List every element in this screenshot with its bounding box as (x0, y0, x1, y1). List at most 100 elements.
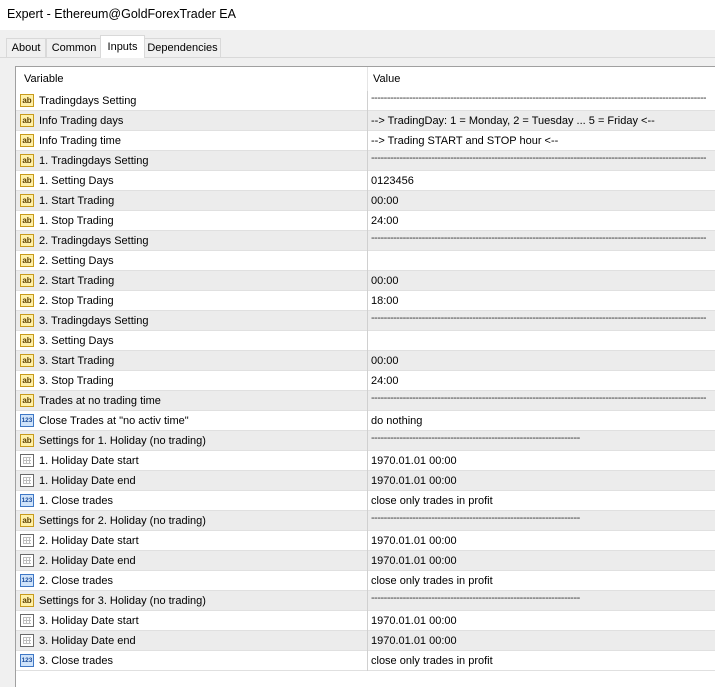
string-type-icon: ab (20, 114, 34, 127)
table-row[interactable]: ab Info Trading time --> Trading START and… (16, 131, 715, 151)
variable-value[interactable]: ----------------------------------------… (371, 232, 706, 244)
cell-divider (367, 191, 368, 211)
variable-name: Info Trading days (39, 115, 124, 127)
variable-value[interactable]: ----------------------------------------… (371, 392, 706, 404)
variable-name: 1. Holiday Date start (39, 455, 139, 467)
table-row[interactable]: ab 1. Tradingdays Setting ----------------… (16, 151, 715, 171)
cell-divider (367, 111, 368, 131)
table-row[interactable]: ab 2. Stop Trading 18:00 (16, 291, 715, 311)
variable-name: 2. Setting Days (39, 255, 114, 267)
cell-divider (367, 391, 368, 411)
table-row[interactable]: ab Settings for 3. Holiday (no trading) --… (16, 591, 715, 611)
variable-value[interactable]: 18:00 (371, 295, 706, 307)
variable-value[interactable]: close only trades in profit (371, 655, 706, 667)
table-row[interactable]: ab Info Trading days --> TradingDay: 1 = M… (16, 111, 715, 131)
variable-value[interactable]: --> TradingDay: 1 = Monday, 2 = Tuesday … (371, 115, 706, 127)
table-row[interactable]: 123 Close Trades at "no activ time" do not… (16, 411, 715, 431)
table-row[interactable]: ab Tradingdays Setting -------------------… (16, 91, 715, 111)
variable-name: 1. Stop Trading (39, 215, 114, 227)
string-type-icon: ab (20, 194, 34, 207)
table-row[interactable]: ab 2. Start Trading 00:00 (16, 271, 715, 291)
variable-value[interactable]: 1970.01.01 00:00 (371, 635, 706, 647)
variable-value[interactable]: 1970.01.01 00:00 (371, 615, 706, 627)
cell-divider (367, 271, 368, 291)
variable-value[interactable]: 24:00 (371, 215, 706, 227)
variable-value[interactable]: 00:00 (371, 355, 706, 367)
variable-value[interactable]: 00:00 (371, 275, 706, 287)
variable-value[interactable]: 24:00 (371, 375, 706, 387)
variable-value[interactable]: 0123456 (371, 175, 706, 187)
cell-divider (367, 251, 368, 271)
cell-divider (367, 231, 368, 251)
variable-value[interactable]: close only trades in profit (371, 495, 706, 507)
table-row[interactable]: ab 2. Setting Days (16, 251, 715, 271)
table-row[interactable]: ab Settings for 2. Holiday (no trading) --… (16, 511, 715, 531)
variable-value[interactable]: close only trades in profit (371, 575, 706, 587)
tab-inputs[interactable]: Inputs (100, 35, 145, 58)
table-row[interactable]: ab Settings for 1. Holiday (no trading) --… (16, 431, 715, 451)
column-header-variable[interactable]: Variable (24, 73, 64, 85)
table-row[interactable]: ab 1. Stop Trading 24:00 (16, 211, 715, 231)
table-row[interactable]: 123 3. Close trades close only trades in p… (16, 651, 715, 671)
string-type-icon: ab (20, 294, 34, 307)
cell-divider (367, 151, 368, 171)
tab-common[interactable]: Common (46, 38, 102, 57)
tab-about[interactable]: About (6, 38, 46, 57)
table-row[interactable]: 1. Holiday Date start 1970.01.01 00:00 (16, 451, 715, 471)
table-row[interactable]: ab 1. Setting Days 0123456 (16, 171, 715, 191)
table-row[interactable]: 2. Holiday Date start 1970.01.01 00:00 (16, 531, 715, 551)
variable-value[interactable]: 00:00 (371, 195, 706, 207)
variable-value[interactable]: ----------------------------------------… (371, 312, 706, 324)
cell-divider (367, 311, 368, 331)
string-type-icon: ab (20, 314, 34, 327)
string-type-icon: ab (20, 134, 34, 147)
cell-divider (367, 551, 368, 571)
cell-divider (367, 291, 368, 311)
string-type-icon: ab (20, 434, 34, 447)
variable-value[interactable]: ----------------------------------------… (371, 432, 706, 444)
table-row[interactable]: ab 3. Start Trading 00:00 (16, 351, 715, 371)
variable-name: 3. Stop Trading (39, 375, 114, 387)
variable-value[interactable]: --> Trading START and STOP hour <-- (371, 135, 706, 147)
string-type-icon: ab (20, 234, 34, 247)
table-row[interactable]: 2. Holiday Date end 1970.01.01 00:00 (16, 551, 715, 571)
cell-divider (367, 371, 368, 391)
grid-header: Variable Value (16, 67, 715, 91)
variable-value[interactable]: 1970.01.01 00:00 (371, 555, 706, 567)
variable-value[interactable]: ----------------------------------------… (371, 152, 706, 164)
table-row[interactable]: 123 2. Close trades close only trades in p… (16, 571, 715, 591)
variable-name: Settings for 3. Holiday (no trading) (39, 595, 206, 607)
variable-value[interactable]: ----------------------------------------… (371, 92, 706, 104)
table-row[interactable]: ab 3. Setting Days (16, 331, 715, 351)
variable-value[interactable]: 1970.01.01 00:00 (371, 455, 706, 467)
variable-value[interactable]: ----------------------------------------… (371, 512, 706, 524)
string-type-icon: ab (20, 374, 34, 387)
cell-divider (367, 171, 368, 191)
table-row[interactable]: ab Trades at no trading time -------------… (16, 391, 715, 411)
variable-name: 2. Close trades (39, 575, 113, 587)
tab-dependencies[interactable]: Dependencies (144, 38, 221, 57)
string-type-icon: ab (20, 154, 34, 167)
table-row[interactable]: ab 2. Tradingdays Setting ----------------… (16, 231, 715, 251)
cell-divider (367, 631, 368, 651)
column-header-value[interactable]: Value (373, 73, 400, 85)
cell-divider (367, 531, 368, 551)
table-row[interactable]: 3. Holiday Date end 1970.01.01 00:00 (16, 631, 715, 651)
variable-name: 3. Holiday Date end (39, 635, 136, 647)
variable-value[interactable]: do nothing (371, 415, 706, 427)
variable-name: 1. Setting Days (39, 175, 114, 187)
variable-name: 3. Tradingdays Setting (39, 315, 149, 327)
table-row[interactable]: ab 1. Start Trading 00:00 (16, 191, 715, 211)
table-row[interactable]: 3. Holiday Date start 1970.01.01 00:00 (16, 611, 715, 631)
variable-value[interactable]: ----------------------------------------… (371, 592, 706, 604)
variable-name: Tradingdays Setting (39, 95, 137, 107)
table-row[interactable]: ab 3. Tradingdays Setting ----------------… (16, 311, 715, 331)
table-row[interactable]: 123 1. Close trades close only trades in p… (16, 491, 715, 511)
variable-value[interactable]: 1970.01.01 00:00 (371, 535, 706, 547)
table-row[interactable]: 1. Holiday Date end 1970.01.01 00:00 (16, 471, 715, 491)
variable-value[interactable]: 1970.01.01 00:00 (371, 475, 706, 487)
enum-type-icon: 123 (20, 654, 34, 667)
table-row[interactable]: ab 3. Stop Trading 24:00 (16, 371, 715, 391)
column-divider[interactable] (367, 67, 368, 91)
variable-name: Close Trades at "no activ time" (39, 415, 189, 427)
